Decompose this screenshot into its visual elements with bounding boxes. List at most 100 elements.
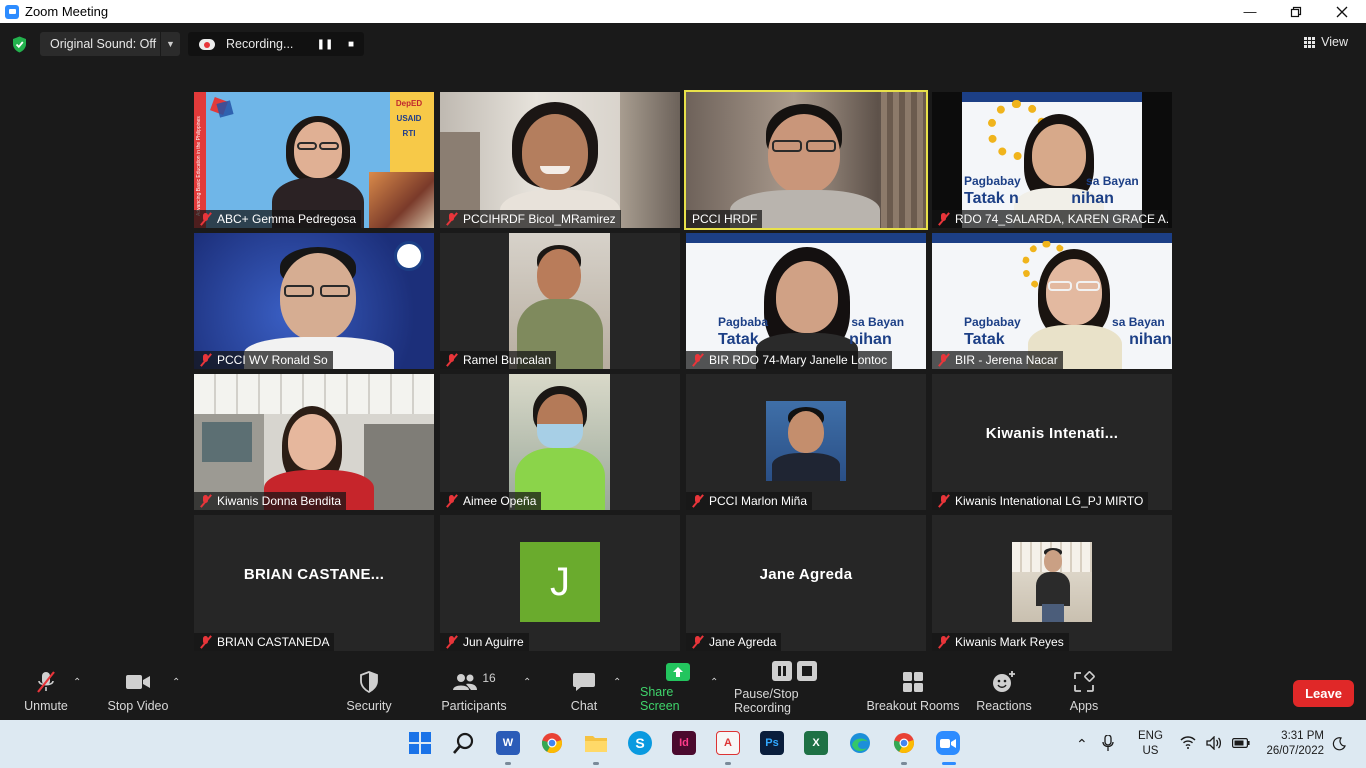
video-tile[interactable]: Jane Agreda Jane Agreda <box>686 515 926 651</box>
chevron-up-icon[interactable]: ⌃ <box>1076 736 1088 753</box>
bg-text-3: Tatak <box>718 331 759 348</box>
reactions-label: Reactions <box>976 699 1032 713</box>
chrome-icon[interactable] <box>892 731 916 755</box>
window-titlebar: Zoom Meeting — <box>0 0 1366 23</box>
breakout-rooms-button[interactable]: Breakout Rooms <box>866 662 960 720</box>
video-feed <box>440 233 680 369</box>
edge-icon[interactable] <box>848 731 872 755</box>
participant-name: PCCI WV Ronald So <box>217 353 328 367</box>
running-indicator <box>505 762 511 765</box>
apps-button[interactable]: Apps <box>1064 662 1104 720</box>
system-tray: ⌃ <box>1076 720 1114 768</box>
share-screen-icon <box>666 662 690 681</box>
video-tile[interactable]: J Jun Aguirre <box>440 515 680 651</box>
video-tile-active-speaker[interactable]: PCCI HRDF <box>684 90 928 230</box>
usaid-logo: USAID <box>396 114 422 123</box>
video-camera-icon <box>125 669 151 695</box>
participant-name: Aimee Opeña <box>463 494 537 508</box>
participant-display-name: Kiwanis Intenati... <box>985 424 1119 442</box>
video-feed <box>194 374 434 510</box>
mic-muted-icon <box>200 354 211 366</box>
stop-video-label: Stop Video <box>107 699 169 713</box>
participant-name-bar: RDO 74_SALARDA, KAREN GRACE A. <box>932 210 1168 228</box>
acrobat-icon[interactable]: A <box>716 731 740 755</box>
chat-button[interactable]: Chat <box>566 662 602 720</box>
word-icon[interactable]: W <box>496 731 520 755</box>
unmute-button[interactable]: Unmute <box>20 662 72 720</box>
running-indicator <box>725 762 731 765</box>
participant-name-bar: Kiwanis Mark Reyes <box>932 633 1069 651</box>
security-button[interactable]: Security <box>342 662 396 720</box>
mic-muted-icon <box>692 354 703 366</box>
participants-options-caret[interactable]: ⌃ <box>523 677 531 688</box>
moon-icon[interactable] <box>1332 720 1346 768</box>
skype-icon[interactable]: S <box>628 731 652 755</box>
pause-stop-recording-label: Pause/Stop Recording <box>734 687 799 715</box>
language-top: ENG <box>1138 730 1163 742</box>
security-label: Security <box>346 699 392 713</box>
microphone-icon[interactable] <box>1102 733 1114 754</box>
minimize-icon[interactable]: — <box>1227 0 1273 23</box>
reactions-smiley-icon <box>992 669 1016 695</box>
video-tile[interactable]: Kiwanis Intenati... Kiwanis Intenational… <box>932 374 1172 510</box>
bg-text-1: Pagbabay <box>964 315 1021 329</box>
language-indicator[interactable]: ENG US <box>1138 720 1163 768</box>
video-tile[interactable]: Pagbabay sa Bayan Tatak n nihan RDO 74_S… <box>932 92 1172 228</box>
video-tile[interactable]: PCCI WV Ronald So <box>194 233 434 369</box>
view-button[interactable]: View <box>1304 35 1348 49</box>
video-feed <box>440 374 680 510</box>
battery-icon <box>1232 737 1250 751</box>
participant-name: Kiwanis Donna Bendita <box>217 494 342 508</box>
indesign-icon[interactable]: Id <box>672 731 696 755</box>
video-options-caret[interactable]: ⌃ <box>172 677 180 688</box>
video-tile[interactable]: Pagbaba sa Bayan Tatak nihan BIR RDO 74-… <box>686 233 926 369</box>
clock[interactable]: 3:31 PM 26/07/2022 <box>1256 720 1324 768</box>
participant-display-name: BRIAN CASTANE... <box>243 565 385 583</box>
video-tile[interactable]: Ramel Buncalan <box>440 233 680 369</box>
participants-button[interactable]: 16 Participants <box>440 662 508 720</box>
excel-icon[interactable]: X <box>804 731 828 755</box>
video-tile[interactable]: Kiwanis Donna Bendita <box>194 374 434 510</box>
share-screen-button[interactable]: Share Screen <box>640 662 716 720</box>
original-sound-toggle[interactable]: Original Sound: Off ▼ <box>40 32 180 56</box>
share-options-caret[interactable]: ⌃ <box>710 677 718 688</box>
participants-icon: 16 <box>452 669 496 695</box>
quick-settings[interactable] <box>1180 720 1250 768</box>
participant-name-bar: BIR RDO 74-Mary Janelle Lontoc <box>686 351 893 369</box>
stop-video-button[interactable]: Stop Video <box>106 662 170 720</box>
video-feed: Pagbabay sa Bayan Tatak nihan <box>932 233 1172 369</box>
bg-text-3: Tatak n <box>964 190 1019 207</box>
pause-stop-recording-button[interactable]: Pause/Stop Recording <box>734 661 854 720</box>
audio-options-caret[interactable]: ⌃ <box>73 677 81 688</box>
chat-bubble-icon <box>572 669 596 695</box>
search-icon[interactable] <box>452 731 476 755</box>
start-icon[interactable] <box>408 731 432 755</box>
stop-recording-icon[interactable]: ■ <box>338 32 364 56</box>
file-explorer-icon[interactable] <box>584 731 608 755</box>
mic-muted-icon <box>200 495 211 507</box>
zoom-icon[interactable] <box>936 731 960 755</box>
video-tile[interactable]: PCCIHRDF Bicol_MRamirez <box>440 92 680 228</box>
chat-options-caret[interactable]: ⌃ <box>613 677 621 688</box>
video-tile[interactable]: Kiwanis Mark Reyes <box>932 515 1172 651</box>
close-icon[interactable] <box>1319 0 1365 23</box>
video-tile[interactable]: BRIAN CASTANE... BRIAN CASTANEDA <box>194 515 434 651</box>
bg-text-2: sa Bayan <box>1086 174 1139 188</box>
pause-recording-icon[interactable]: ❚❚ <box>312 32 338 56</box>
video-tile[interactable]: Pagbabay sa Bayan Tatak nihan BIR - Jere… <box>932 233 1172 369</box>
stop-icon <box>796 661 817 681</box>
maximize-icon[interactable] <box>1273 0 1319 23</box>
video-tile[interactable]: Aimee Opeña <box>440 374 680 510</box>
photoshop-icon[interactable]: Ps <box>760 731 784 755</box>
chevron-down-icon[interactable]: ▼ <box>160 32 180 56</box>
video-tile[interactable]: DepED USAID RTI Advancing Basic Educatio… <box>194 92 434 228</box>
participant-name-bar: PCCIHRDF Bicol_MRamirez <box>440 210 621 228</box>
video-tile[interactable]: PCCI Marlon Miña <box>686 374 926 510</box>
encryption-shield-icon[interactable] <box>12 36 27 53</box>
bg-text-3: Tatak <box>964 331 1005 348</box>
avatar: J <box>520 542 600 622</box>
chrome-icon[interactable] <box>540 731 564 755</box>
reactions-button[interactable]: Reactions <box>976 662 1032 720</box>
leave-button[interactable]: Leave <box>1293 680 1354 707</box>
participant-name: Kiwanis Mark Reyes <box>955 635 1064 649</box>
